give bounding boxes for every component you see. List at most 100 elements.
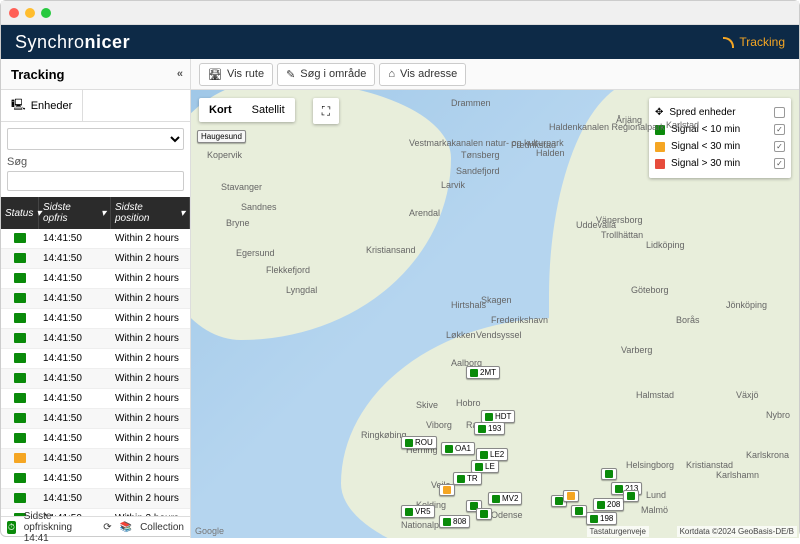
vehicle-marker[interactable]: 208 xyxy=(593,498,624,511)
city-label: Haldenkanalen Regionalpark xyxy=(549,122,665,132)
city-label: Halmstad xyxy=(636,390,674,400)
status-indicator xyxy=(14,353,26,363)
status-indicator xyxy=(14,373,26,383)
vehicle-marker[interactable]: 2MT xyxy=(466,366,500,379)
spread-checkbox[interactable] xyxy=(774,107,785,118)
collection-label[interactable]: Collection xyxy=(140,522,184,533)
table-row[interactable]: 14:41:50Within 2 hours xyxy=(1,269,190,289)
marker-status-icon xyxy=(627,492,635,500)
map-type-satellit[interactable]: Satellit xyxy=(242,98,295,122)
tab-enheder[interactable]: 🖳 Enheder xyxy=(1,90,83,121)
city-label: Lund xyxy=(646,490,666,500)
cell-position: Within 2 hours xyxy=(111,329,190,348)
table-row[interactable]: 14:41:50Within 2 hours xyxy=(1,429,190,449)
cell-time: 14:41:50 xyxy=(39,429,111,448)
city-label: Vestmarkakanalen natur- og kulturpark xyxy=(409,138,564,148)
city-label: Karlskrona xyxy=(746,450,789,460)
collection-icon: 📚 xyxy=(120,522,132,533)
city-label: Hobro xyxy=(456,398,481,408)
cell-time: 14:41:50 xyxy=(39,449,111,468)
city-label: Karlshamn xyxy=(716,470,759,480)
city-label: Drammen xyxy=(451,98,491,108)
table-row[interactable]: 14:41:50Within 2 hours xyxy=(1,229,190,249)
status-indicator xyxy=(14,293,26,303)
city-label: Stavanger xyxy=(221,182,262,192)
city-label: Malmö xyxy=(641,505,668,515)
table-row[interactable]: 14:41:50Within 2 hours xyxy=(1,409,190,429)
city-label: Karlstad xyxy=(666,120,699,130)
table-row[interactable]: 14:41:50Within 2 hours xyxy=(1,469,190,489)
cell-position: Within 2 hours xyxy=(111,449,190,468)
map-attribution: Kortdata ©2024 GeoBasis-DE/B xyxy=(677,526,797,537)
city-label: Frederikshavn xyxy=(491,315,548,325)
table-row[interactable]: 14:41:50Within 2 hours xyxy=(1,309,190,329)
city-label: Lyngdal xyxy=(286,285,317,295)
vis-adresse-button[interactable]: ⌂Vis adresse xyxy=(379,63,466,86)
vehicle-marker[interactable]: ROU xyxy=(401,436,437,449)
status-indicator xyxy=(14,493,26,503)
sog-i-omrade-button[interactable]: ✎Søg i område xyxy=(277,63,375,86)
vehicle-marker[interactable]: VR5 xyxy=(401,505,435,518)
search-input[interactable] xyxy=(7,171,184,191)
vehicle-marker[interactable]: 193 xyxy=(474,422,505,435)
vehicle-marker[interactable] xyxy=(563,490,579,502)
cell-time: 14:41:50 xyxy=(39,409,111,428)
city-label: Uddevalla xyxy=(576,220,616,230)
fullscreen-button[interactable]: ⛶ xyxy=(313,98,339,124)
page-title: Tracking xyxy=(11,67,64,82)
gt30-checkbox[interactable]: ✓ xyxy=(774,158,785,169)
table-row[interactable]: 14:41:50Within 2 hours xyxy=(1,249,190,269)
cell-time: 14:41:50 xyxy=(39,349,111,368)
edit-icon: ✎ xyxy=(286,68,295,81)
cell-time: 14:41:50 xyxy=(39,289,111,308)
city-label: Skive xyxy=(416,400,438,410)
vehicle-marker[interactable]: MV2 xyxy=(488,492,522,505)
vehicle-marker[interactable] xyxy=(623,490,639,502)
cell-position: Within 2 hours xyxy=(111,249,190,268)
vehicle-marker[interactable]: 198 xyxy=(586,512,617,525)
table-row[interactable]: 14:41:50Within 2 hours xyxy=(1,489,190,509)
keyboard-shortcuts[interactable]: Tastaturgenveje xyxy=(587,526,649,537)
unit-select[interactable] xyxy=(7,128,184,150)
cell-time: 14:41:50 xyxy=(39,329,111,348)
vehicle-marker[interactable] xyxy=(439,484,455,496)
vehicle-marker[interactable] xyxy=(601,468,617,480)
lt10-checkbox[interactable]: ✓ xyxy=(774,124,785,135)
sort-icon[interactable]: ▾ xyxy=(180,208,185,219)
vehicle-marker[interactable]: TR xyxy=(453,472,482,485)
close-dot[interactable] xyxy=(9,8,19,18)
vehicle-marker[interactable]: OA1 xyxy=(441,442,475,455)
vis-rute-button[interactable]: 🛣Vis rute xyxy=(199,63,273,86)
table-row[interactable]: 14:41:50Within 2 hours xyxy=(1,369,190,389)
table-row[interactable]: 14:41:50Within 2 hours xyxy=(1,289,190,309)
map[interactable]: Kort Satellit ⛶ Haugesund ✥Spred enheder… xyxy=(191,90,799,538)
cell-time: 14:41:50 xyxy=(39,469,111,488)
marker-status-icon xyxy=(457,475,465,483)
tracking-link[interactable]: Tracking xyxy=(723,35,785,49)
marker-status-icon xyxy=(615,485,623,493)
cell-position: Within 2 hours xyxy=(111,389,190,408)
vehicle-marker[interactable] xyxy=(571,505,587,517)
table-row[interactable]: 14:41:50Within 2 hours xyxy=(1,329,190,349)
sidebar-footer: ⏱ Sidste opfriskning 14:41 ⟳ 📚 Collectio… xyxy=(1,516,190,538)
marker-status-icon xyxy=(590,515,598,523)
min-dot[interactable] xyxy=(25,8,35,18)
table-row[interactable]: 14:41:50Within 2 hours xyxy=(1,389,190,409)
cell-position: Within 2 hours xyxy=(111,309,190,328)
map-type-control: Kort Satellit xyxy=(199,98,295,122)
max-dot[interactable] xyxy=(41,8,51,18)
table-row[interactable]: 14:41:50Within 2 hours xyxy=(1,449,190,469)
city-label: Tønsberg xyxy=(461,150,500,160)
rss-icon xyxy=(723,37,734,48)
table-row[interactable]: 14:41:50Within 2 hours xyxy=(1,349,190,369)
lt30-checkbox[interactable]: ✓ xyxy=(774,141,785,152)
map-type-kort[interactable]: Kort xyxy=(199,98,242,122)
vehicle-marker[interactable]: 808 xyxy=(439,515,470,528)
refresh-icon[interactable]: ⟳ xyxy=(103,522,111,533)
city-label: Växjö xyxy=(736,390,759,400)
vehicle-marker[interactable] xyxy=(476,508,492,520)
collapse-sidebar-icon[interactable]: « xyxy=(177,68,180,80)
table-body[interactable]: 14:41:50Within 2 hours14:41:50Within 2 h… xyxy=(1,229,190,516)
sort-icon[interactable]: ▾ xyxy=(101,208,106,219)
spread-icon: ✥ xyxy=(655,107,663,118)
